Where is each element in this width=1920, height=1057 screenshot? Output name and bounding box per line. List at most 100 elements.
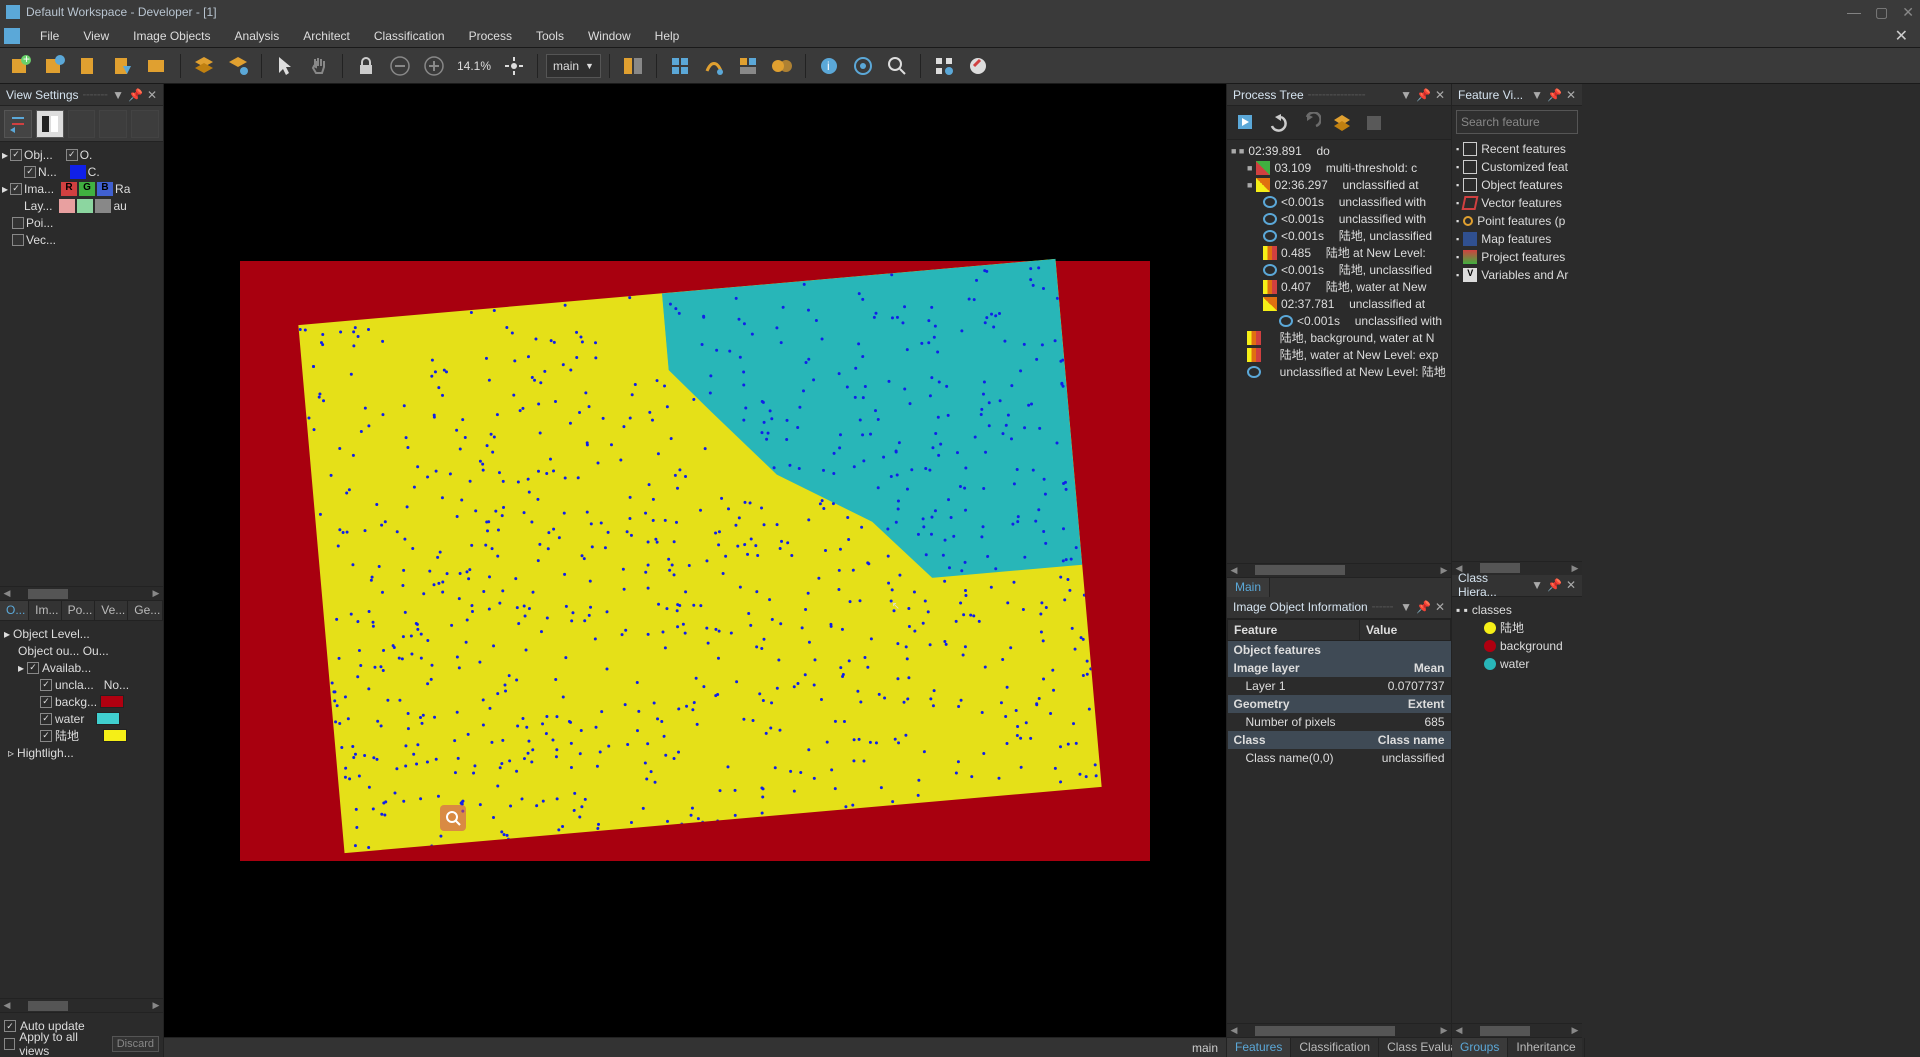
process-tree-item[interactable]: 陆地, water at New Level: exp bbox=[1227, 346, 1451, 363]
vs-tab-ge[interactable]: Ge... bbox=[128, 601, 163, 620]
vs-tab-ve[interactable]: Ve... bbox=[95, 601, 128, 620]
pt-tab-main[interactable]: Main bbox=[1227, 578, 1270, 597]
ioi-tab-features[interactable]: Features bbox=[1227, 1038, 1291, 1057]
open-project-button[interactable] bbox=[108, 51, 138, 81]
feature-search-input[interactable]: Search feature bbox=[1456, 110, 1578, 134]
pt-pin-icon[interactable]: 📌 bbox=[1416, 88, 1431, 102]
pt-delete-button[interactable] bbox=[1329, 110, 1355, 136]
class-hierarchy-tree[interactable]: ▪ ▪classes 陆地 background water bbox=[1452, 597, 1582, 1024]
object-info-button[interactable]: i bbox=[814, 51, 844, 81]
ch-pin-icon[interactable]: 📌 bbox=[1547, 578, 1562, 592]
layers-button[interactable] bbox=[189, 51, 219, 81]
ch-hscroll[interactable]: ◀▶ bbox=[1452, 1023, 1582, 1037]
menu-window[interactable]: Window bbox=[578, 27, 641, 45]
process-tree-item[interactable]: 陆地, background, water at N bbox=[1227, 329, 1451, 346]
menu-help[interactable]: Help bbox=[645, 27, 690, 45]
feature-view-item[interactable]: ▪Vector features bbox=[1452, 194, 1582, 212]
menu-tools[interactable]: Tools bbox=[526, 27, 574, 45]
search-button[interactable] bbox=[882, 51, 912, 81]
discard-button[interactable]: Discard bbox=[112, 1036, 159, 1052]
feature-view-item[interactable]: ▪Object features bbox=[1452, 176, 1582, 194]
fv-dropdown-icon[interactable]: ▼ bbox=[1531, 88, 1543, 102]
vs-tab-po[interactable]: Po... bbox=[62, 601, 96, 620]
ioi-hscroll[interactable]: ◀▶ bbox=[1227, 1023, 1451, 1037]
menu-view[interactable]: View bbox=[73, 27, 119, 45]
pt-run-button[interactable] bbox=[1233, 110, 1259, 136]
feature-view-item[interactable]: ▪Recent features bbox=[1452, 140, 1582, 158]
window-minimize-icon[interactable]: — bbox=[1847, 5, 1861, 19]
window-close-icon[interactable]: ✕ bbox=[1902, 5, 1914, 19]
zoom-out-button[interactable] bbox=[385, 51, 415, 81]
process-tree-item[interactable]: ■02:36.297 unclassified at bbox=[1227, 176, 1451, 193]
toggle-objects-button[interactable] bbox=[665, 51, 695, 81]
pt-close-icon[interactable]: ✕ bbox=[1435, 88, 1445, 102]
process-tree-item[interactable]: <0.001s unclassified with bbox=[1227, 210, 1451, 227]
cursor-tool-button[interactable] bbox=[270, 51, 300, 81]
panel-pin-icon[interactable]: 📌 bbox=[128, 88, 143, 102]
process-tree-item[interactable]: <0.001s 陆地, unclassified bbox=[1227, 261, 1451, 278]
menu-architect[interactable]: Architect bbox=[293, 27, 360, 45]
single-view-button[interactable] bbox=[36, 110, 64, 138]
ioi-tab-classification[interactable]: Classification bbox=[1291, 1038, 1379, 1057]
outline-hscroll[interactable]: ◀▶ bbox=[0, 998, 163, 1012]
ch-tab-groups[interactable]: Groups bbox=[1452, 1038, 1508, 1057]
menu-image-objects[interactable]: Image Objects bbox=[123, 27, 220, 45]
lock-view-button[interactable] bbox=[351, 51, 381, 81]
menu-process[interactable]: Process bbox=[459, 27, 522, 45]
ioi-close-icon[interactable]: ✕ bbox=[1435, 600, 1445, 614]
menu-analysis[interactable]: Analysis bbox=[225, 27, 290, 45]
feature-view-item[interactable]: ▪Project features bbox=[1452, 248, 1582, 266]
menu-classification[interactable]: Classification bbox=[364, 27, 455, 45]
fit-view-button[interactable] bbox=[499, 51, 529, 81]
feature-view-button[interactable] bbox=[848, 51, 878, 81]
process-tree-item[interactable]: <0.001s unclassified with bbox=[1227, 193, 1451, 210]
object-level-tree[interactable]: ▸Object Level... Object ou... Ou... ▸✓Av… bbox=[0, 621, 163, 998]
reset-view-button[interactable] bbox=[4, 110, 32, 138]
save-project-button[interactable] bbox=[142, 51, 172, 81]
process-tree-item[interactable]: 02:37.781 unclassified at bbox=[1227, 295, 1451, 312]
pt-undo-button[interactable] bbox=[1265, 110, 1291, 136]
multi-view-button[interactable] bbox=[68, 110, 96, 138]
vs-tab-im[interactable]: Im... bbox=[29, 601, 61, 620]
feature-view-tree[interactable]: ▪Recent features▪Customized feat▪Object … bbox=[1452, 138, 1582, 561]
panel-close-icon[interactable]: ✕ bbox=[147, 88, 157, 102]
ch-close-icon[interactable]: ✕ bbox=[1566, 578, 1576, 592]
four-view-button[interactable] bbox=[99, 110, 127, 138]
process-tree-hscroll[interactable]: ◀▶ bbox=[1227, 563, 1451, 577]
layer-select-dropdown[interactable]: main▼ bbox=[546, 54, 601, 78]
apply-all-checkbox-label[interactable]: Apply to all views bbox=[19, 1030, 104, 1057]
settings-button[interactable] bbox=[929, 51, 959, 81]
main-canvas[interactable]: document.write(Array.from({length:900},(… bbox=[164, 84, 1226, 1037]
ioi-pin-icon[interactable]: 📌 bbox=[1416, 600, 1431, 614]
sync-view-button[interactable] bbox=[131, 110, 159, 138]
layer-mix-button[interactable] bbox=[223, 51, 253, 81]
ch-dropdown-icon[interactable]: ▼ bbox=[1531, 578, 1543, 592]
feature-view-item[interactable]: ▪Point features (p bbox=[1452, 212, 1582, 230]
window-maximize-icon[interactable]: ▢ bbox=[1875, 5, 1888, 19]
rule-editor-button[interactable] bbox=[963, 51, 993, 81]
process-tree-item[interactable]: unclassified at New Level: 陆地 bbox=[1227, 363, 1451, 380]
process-tree-item[interactable]: <0.001s 陆地, unclassified bbox=[1227, 227, 1451, 244]
toggle-class-button[interactable] bbox=[733, 51, 763, 81]
toggle-transparency-button[interactable] bbox=[767, 51, 797, 81]
pt-dropdown-icon[interactable]: ▼ bbox=[1400, 88, 1412, 102]
process-tree-item[interactable]: 0.407 陆地, water at New bbox=[1227, 278, 1451, 295]
process-tree-item[interactable]: ■ ■02:39.891 do bbox=[1227, 142, 1451, 159]
panel-dropdown-icon[interactable]: ▼ bbox=[112, 88, 124, 102]
new-project-button[interactable] bbox=[74, 51, 104, 81]
ioi-dropdown-icon[interactable]: ▼ bbox=[1400, 600, 1412, 614]
fv-pin-icon[interactable]: 📌 bbox=[1547, 88, 1562, 102]
fv-close-icon[interactable]: ✕ bbox=[1566, 88, 1576, 102]
pt-redo-button[interactable] bbox=[1297, 110, 1323, 136]
process-tree-list[interactable]: ■ ■02:39.891 do■03.109 multi-threshold: … bbox=[1227, 140, 1451, 563]
new-workspace-button[interactable]: + bbox=[6, 51, 36, 81]
process-tree-item[interactable]: <0.001s unclassified with bbox=[1227, 312, 1451, 329]
feature-view-item[interactable]: ▪Map features bbox=[1452, 230, 1582, 248]
pan-tool-button[interactable] bbox=[304, 51, 334, 81]
view-settings-tree[interactable]: ▸✓Obj...✓O. ✓N...C. ▸✓Ima...RGBRa Lay...… bbox=[0, 142, 163, 586]
ch-tab-inheritance[interactable]: Inheritance bbox=[1508, 1038, 1584, 1057]
vs-tab-o[interactable]: O... bbox=[0, 601, 29, 620]
toggle-fill-button[interactable] bbox=[699, 51, 729, 81]
feature-view-item[interactable]: ▪VVariables and Ar bbox=[1452, 266, 1582, 284]
pt-append-button[interactable] bbox=[1361, 110, 1387, 136]
